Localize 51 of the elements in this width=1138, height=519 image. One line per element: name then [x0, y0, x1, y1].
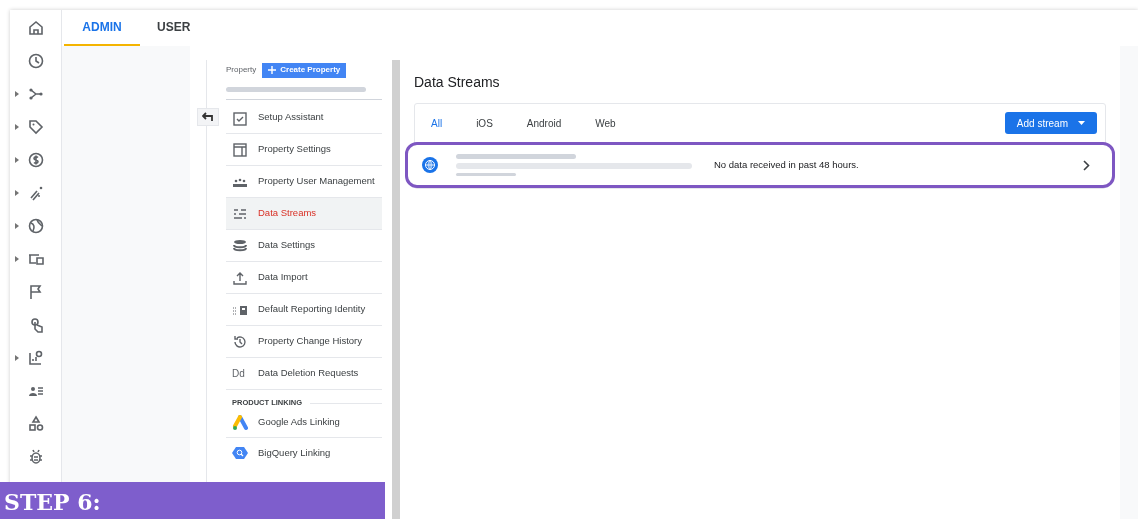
history-icon [232, 333, 248, 350]
expand-arrow-icon[interactable] [14, 90, 19, 97]
ads-logo-icon [232, 414, 248, 431]
stream-status: No data received in past 48 hours. [714, 157, 860, 172]
bigquery-logo-icon [232, 445, 248, 461]
report-search-icon[interactable] [26, 348, 45, 367]
stream-row[interactable]: No data received in past 48 hours. [405, 142, 1115, 188]
expand-arrow-icon[interactable] [14, 189, 19, 196]
dollar-icon[interactable] [26, 150, 45, 169]
back-arrow-icon [202, 112, 214, 122]
nav-item[interactable]: Property Settings [226, 134, 382, 166]
chevron-right-icon[interactable] [1083, 159, 1090, 171]
filter-tab[interactable]: All [421, 115, 453, 131]
tag-icon[interactable] [26, 117, 45, 136]
nav-item[interactable]: Property Change History [226, 326, 382, 358]
expand-arrow-icon[interactable] [14, 123, 19, 130]
caret-icon [1078, 121, 1085, 125]
expand-arrow-icon[interactable] [14, 255, 19, 262]
page-title: Data Streams [414, 73, 501, 92]
expand-arrow-icon[interactable] [14, 222, 19, 229]
plus-icon [268, 66, 277, 74]
nav-item[interactable]: BigQuery Linking [226, 438, 382, 468]
property-label: Property [226, 64, 257, 76]
expand-arrow-icon[interactable] [14, 354, 19, 361]
database-icon [232, 237, 248, 254]
nav-item[interactable]: Google Ads Linking [226, 408, 382, 438]
add-stream-button[interactable]: Add stream [1004, 112, 1097, 134]
clock-icon[interactable] [26, 51, 45, 70]
dd-icon: Dd [232, 366, 248, 381]
nav-item[interactable]: Default Reporting Identity [226, 294, 382, 326]
tab[interactable]: USER [140, 10, 208, 46]
globe-icon [422, 157, 438, 173]
back-button[interactable] [197, 108, 219, 126]
nav-item[interactable]: Setup Assistant [226, 102, 382, 134]
nav-item[interactable]: Data Import [226, 262, 382, 294]
create-property-button[interactable]: Create Property [262, 62, 347, 78]
nav-item[interactable]: Dd Data Deletion Requests [226, 358, 382, 390]
filter-tab[interactable]: Android [516, 115, 572, 131]
nav-item[interactable]: Data Streams [226, 198, 382, 230]
nav-item[interactable]: Data Settings [226, 230, 382, 262]
globe-icon[interactable] [26, 216, 45, 235]
layout-icon [232, 141, 248, 158]
filter-tab[interactable]: iOS [466, 115, 503, 131]
step-banner-text: STEP 6: [4, 489, 101, 517]
scrollbar[interactable] [392, 60, 400, 519]
expand-arrow-icon[interactable] [14, 156, 19, 163]
shapes-icon[interactable] [26, 414, 45, 433]
checklist-icon [232, 109, 248, 126]
home-icon[interactable] [26, 18, 45, 37]
filter-tab[interactable]: Web [585, 115, 626, 131]
redacted-text [456, 173, 516, 176]
